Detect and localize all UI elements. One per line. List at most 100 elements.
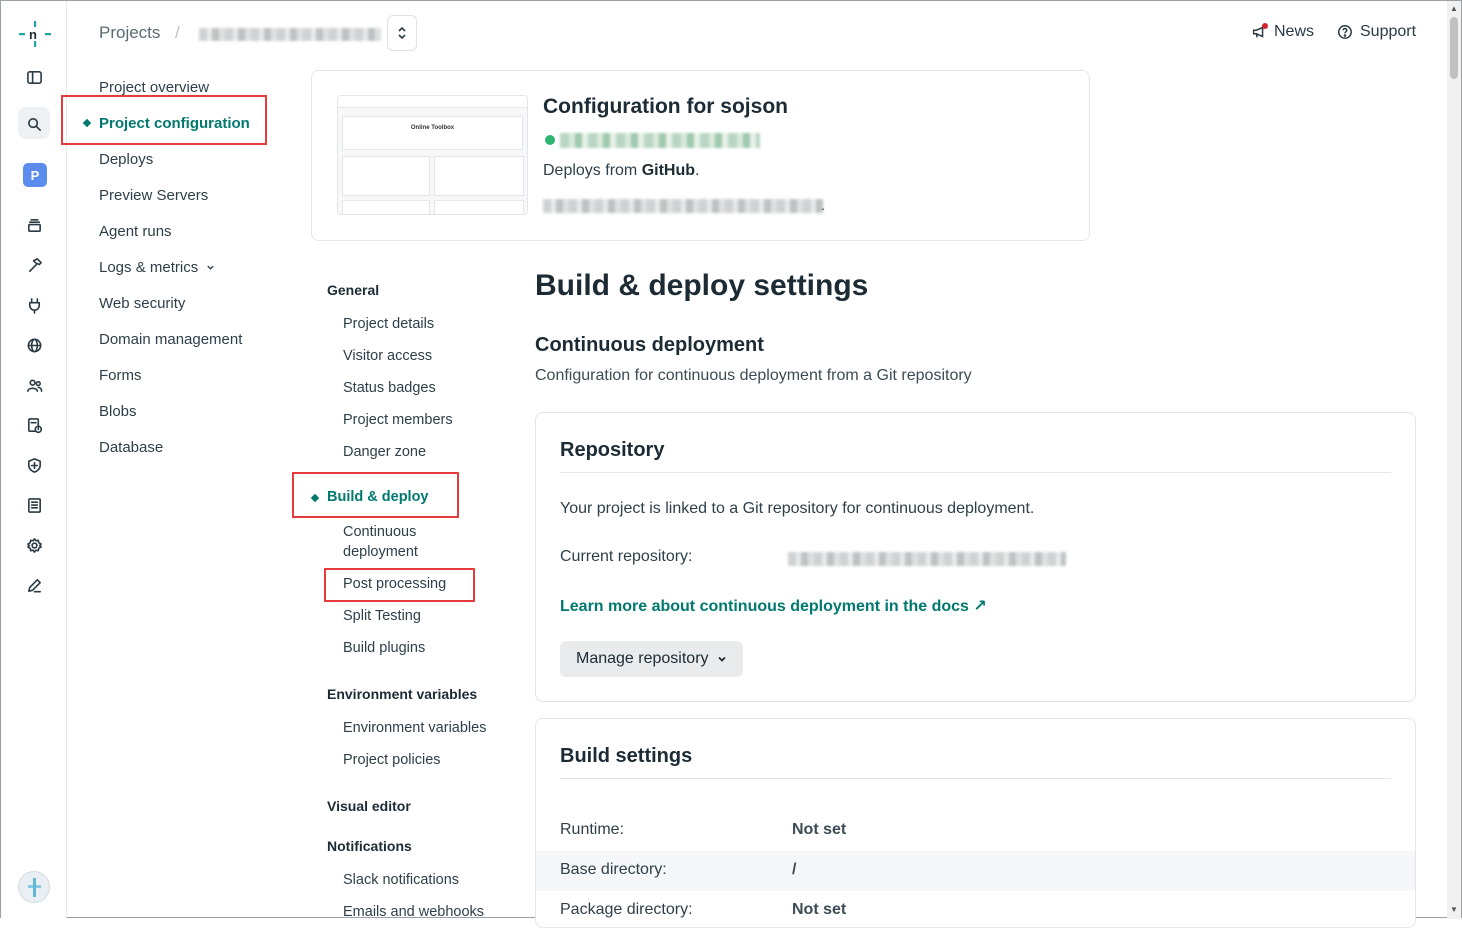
settings-item-build-plugins[interactable]: Build plugins xyxy=(343,638,493,658)
settings-item-project-details[interactable]: Project details xyxy=(343,314,493,334)
nav-logs-metrics[interactable]: Logs & metrics xyxy=(99,259,215,276)
build-setting-value: Not set xyxy=(792,821,847,838)
build-setting-row: Package directory: Not set xyxy=(536,891,1415,927)
globe-icon[interactable] xyxy=(23,334,45,356)
published-deploy-redacted xyxy=(543,199,823,213)
news-unread-dot xyxy=(1262,23,1268,29)
build-setting-row: Runtime: Not set xyxy=(536,811,1415,851)
settings-item-emails-webhooks[interactable]: Emails and webhooks xyxy=(343,902,493,922)
site-url-redacted[interactable] xyxy=(560,133,760,148)
help-circle-icon xyxy=(1338,25,1352,39)
icon-rail: n P xyxy=(1,1,67,919)
thumbnail-tile xyxy=(342,156,430,196)
breadcrumb-projects[interactable]: Projects xyxy=(99,23,160,43)
page-title: Build & deploy settings xyxy=(535,269,869,302)
build-setting-value: Not set xyxy=(792,901,847,918)
user-avatar[interactable] xyxy=(18,871,50,903)
manage-repository-label: Manage repository xyxy=(576,650,709,667)
settings-item-split-testing[interactable]: Split Testing xyxy=(343,606,493,626)
deploy-status-dot xyxy=(545,135,555,145)
repository-card: Repository Your project is linked to a G… xyxy=(535,412,1416,702)
nav-agent-runs[interactable]: Agent runs xyxy=(99,223,172,240)
nav-forms[interactable]: Forms xyxy=(99,367,142,384)
hammer-icon[interactable] xyxy=(23,254,45,276)
current-repository-redacted[interactable] xyxy=(788,552,1066,566)
shield-icon[interactable] xyxy=(23,454,45,476)
learn-more-docs-link[interactable]: Learn more about continuous deployment i… xyxy=(560,596,987,616)
netlify-logo-icon[interactable]: n xyxy=(19,21,51,47)
scroll-down-arrow-icon[interactable]: ▼ xyxy=(1450,905,1458,914)
settings-item-slack-notifications[interactable]: Slack notifications xyxy=(343,870,493,890)
chevron-down-icon xyxy=(207,265,215,270)
settings-item-environment-variables[interactable]: Environment variables xyxy=(343,718,493,738)
breadcrumb-site-name-redacted[interactable] xyxy=(199,28,381,41)
deploys-stack-icon[interactable] xyxy=(23,214,45,236)
project-avatar[interactable]: P xyxy=(23,163,47,187)
repository-description: Your project is linked to a Git reposito… xyxy=(560,500,1035,517)
svg-text:n: n xyxy=(29,27,37,42)
repository-title: Repository xyxy=(560,439,665,461)
project-header-card: Online Toolbox Configuration for sojson … xyxy=(311,70,1090,241)
deploys-from-text: Deploys from GitHub. xyxy=(543,162,699,180)
nav-logs-metrics-label: Logs & metrics xyxy=(99,259,199,276)
scrollbar-thumb[interactable] xyxy=(1450,17,1458,79)
docs-book-icon[interactable] xyxy=(23,494,45,516)
nav-domain-management[interactable]: Domain management xyxy=(99,331,242,348)
build-settings-title: Build settings xyxy=(560,745,693,767)
thumbnail-tile xyxy=(434,156,524,196)
active-indicator-diamond xyxy=(310,493,320,503)
build-settings-card: Build settings Runtime: Not set Base dir… xyxy=(535,718,1416,928)
settings-group-notifications[interactable]: Notifications xyxy=(327,838,412,854)
project-switcher-button[interactable] xyxy=(387,15,417,51)
current-repository-label: Current repository: xyxy=(560,548,693,565)
deploys-from-prefix: Deploys from xyxy=(543,162,642,179)
scroll-up-arrow-icon[interactable]: ▲ xyxy=(1450,4,1458,13)
settings-group-general[interactable]: General xyxy=(327,282,379,298)
thumbnail-topbar xyxy=(338,96,527,108)
build-setting-value: / xyxy=(792,861,797,878)
settings-item-continuous-deployment[interactable]: Continuous deployment xyxy=(343,522,443,562)
gear-icon[interactable] xyxy=(23,534,45,556)
deploys-from-suffix: . xyxy=(695,162,700,179)
thumbnail-hero: Online Toolbox xyxy=(342,116,523,150)
settings-group-visual-editor[interactable]: Visual editor xyxy=(327,798,411,814)
page-scrollbar[interactable]: ▲ ▼ xyxy=(1447,1,1461,919)
published-deploy-tail: . xyxy=(821,197,825,213)
nav-web-security[interactable]: Web security xyxy=(99,295,185,312)
forms-clock-icon[interactable] xyxy=(23,414,45,436)
settings-item-project-policies[interactable]: Project policies xyxy=(343,750,493,770)
site-preview-thumbnail[interactable]: Online Toolbox xyxy=(337,95,528,215)
nav-preview-servers[interactable]: Preview Servers xyxy=(99,187,208,204)
breadcrumb-separator: / xyxy=(175,23,180,42)
settings-group-environment-variables[interactable]: Environment variables xyxy=(327,686,477,702)
nav-database[interactable]: Database xyxy=(99,439,163,456)
chevron-down-icon xyxy=(717,656,726,662)
section-subtitle: Configuration for continuous deployment … xyxy=(535,367,972,384)
news-link[interactable]: News xyxy=(1251,23,1314,41)
plug-icon[interactable] xyxy=(23,294,45,316)
manage-repository-button[interactable]: Manage repository xyxy=(560,641,743,677)
settings-group-build-deploy[interactable]: Build & deploy xyxy=(327,489,429,505)
pen-icon[interactable] xyxy=(23,574,45,596)
settings-item-visitor-access[interactable]: Visitor access xyxy=(343,346,493,366)
settings-item-danger-zone[interactable]: Danger zone xyxy=(343,442,493,462)
project-config-title: Configuration for sojson xyxy=(543,95,788,118)
support-link[interactable]: Support xyxy=(1337,23,1416,41)
search-icon[interactable] xyxy=(23,113,45,135)
divider xyxy=(560,472,1391,473)
sidebar-toggle-icon[interactable] xyxy=(23,66,45,88)
settings-item-project-members[interactable]: Project members xyxy=(343,410,493,430)
divider xyxy=(560,778,1391,779)
active-indicator-diamond xyxy=(82,118,92,128)
nav-project-configuration[interactable]: Project configuration xyxy=(99,115,250,132)
settings-item-status-badges[interactable]: Status badges xyxy=(343,378,493,398)
thumbnail-tile xyxy=(342,200,430,214)
nav-blobs[interactable]: Blobs xyxy=(99,403,137,420)
chevron-up-down-icon xyxy=(398,26,406,40)
nav-deploys[interactable]: Deploys xyxy=(99,151,153,168)
support-label: Support xyxy=(1360,23,1417,40)
build-setting-label: Base directory: xyxy=(560,861,667,878)
nav-project-overview[interactable]: Project overview xyxy=(99,79,209,96)
settings-item-post-processing[interactable]: Post processing xyxy=(343,574,493,594)
users-icon[interactable] xyxy=(23,374,45,396)
